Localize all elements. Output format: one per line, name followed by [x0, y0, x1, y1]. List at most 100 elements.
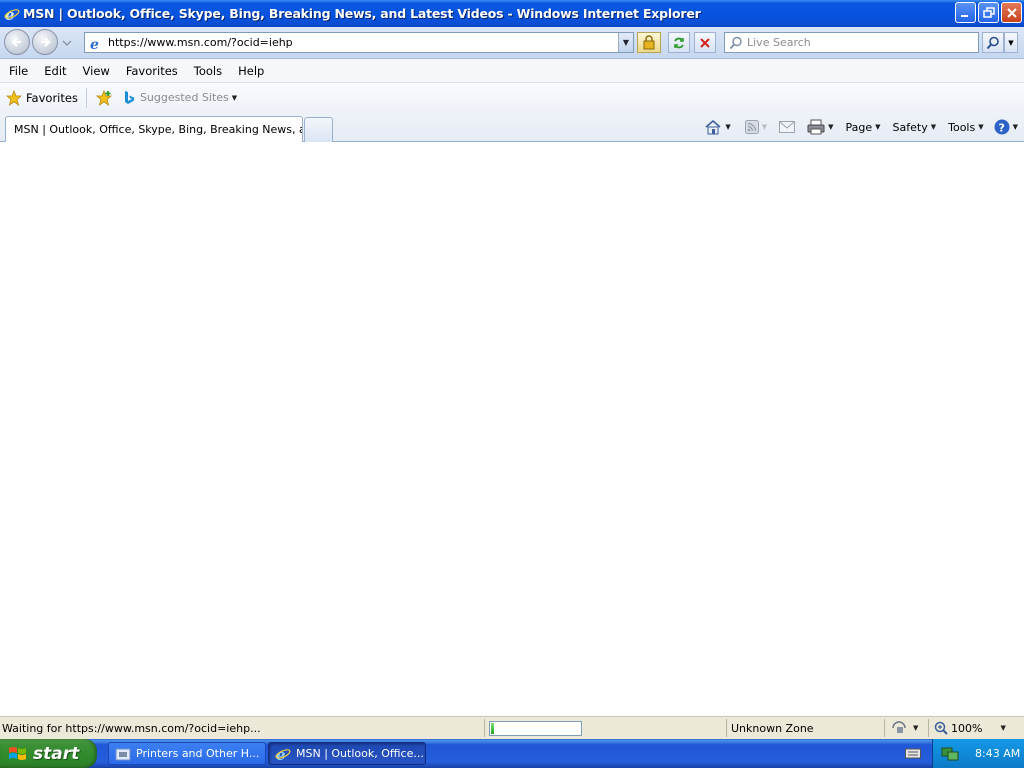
bing-icon	[124, 90, 134, 104]
back-arrow-icon	[11, 37, 21, 47]
close-button[interactable]	[1001, 2, 1022, 23]
status-bar: Waiting for https://www.msn.com/?ocid=ie…	[0, 716, 1024, 739]
home-icon	[705, 119, 721, 135]
chevron-down-icon: ▼	[978, 123, 984, 131]
safety-menu-button[interactable]: Safety ▼	[893, 121, 937, 134]
restore-icon	[982, 6, 995, 18]
read-mail-button[interactable]	[779, 121, 796, 133]
rss-feed-icon	[744, 120, 759, 134]
search-box[interactable]: Live Search	[724, 32, 979, 53]
chevron-down-icon: ▼	[930, 123, 937, 131]
refresh-icon	[674, 37, 684, 48]
stop-button[interactable]	[694, 32, 716, 53]
help-button[interactable]: ? ▼	[994, 119, 1018, 135]
restore-button[interactable]	[978, 2, 999, 23]
help-icon: ?	[994, 119, 1010, 135]
chevron-down-icon: ▼	[1012, 123, 1018, 131]
security-lock-button[interactable]	[637, 32, 661, 53]
ie-icon: e	[275, 746, 291, 762]
start-button[interactable]: start	[0, 739, 97, 768]
minimize-icon	[961, 15, 968, 17]
svg-text:?: ?	[998, 122, 1004, 135]
chevron-down-icon: ▼	[875, 123, 881, 131]
page-content[interactable]	[0, 142, 1024, 716]
zoom-button[interactable]: 100% ▼	[934, 721, 1006, 735]
tab-msn[interactable]: MSN | Outlook, Office, Skype, Bing, Brea…	[5, 116, 303, 142]
system-tray: 8:43 AM	[932, 739, 1024, 768]
page-ie-icon: e	[90, 37, 99, 51]
favorites-label: Favorites	[26, 90, 78, 105]
forward-arrow-icon	[41, 37, 51, 47]
page-menu-button[interactable]: Page ▼	[846, 121, 881, 134]
menu-tools[interactable]: Tools	[194, 64, 222, 78]
menu-bar: File Edit View Favorites Tools Help	[0, 59, 1024, 83]
address-bar[interactable]: e https://www.msn.com/?ocid=iehp ▼	[84, 32, 634, 53]
keyboard-icon[interactable]	[905, 746, 921, 760]
page-menu-label: Page	[845, 120, 873, 134]
taskbar-item-label: MSN | Outlook, Office...	[296, 747, 424, 760]
minimize-button[interactable]	[955, 2, 976, 23]
mail-icon	[779, 121, 796, 133]
security-zone: Unknown Zone	[731, 722, 814, 735]
forward-button[interactable]	[32, 29, 58, 55]
chevron-down-icon: ▼	[231, 93, 238, 102]
address-dropdown-button[interactable]: ▼	[618, 33, 633, 52]
loading-progress-bar	[489, 721, 582, 736]
print-button[interactable]: ▼	[807, 119, 834, 135]
add-to-favorites-bar-icon[interactable]	[95, 89, 113, 107]
home-button[interactable]: ▼	[704, 119, 731, 135]
chevron-down-icon: ▼	[828, 123, 834, 131]
menu-view[interactable]: View	[83, 64, 110, 78]
windows-logo-icon	[9, 746, 26, 760]
printer-icon	[807, 119, 825, 135]
command-bar: ▼ ▼ ▼ Page ▼ Safety ▼ Tools ▼ ? ▼	[694, 116, 1018, 138]
taskbar-item-printers[interactable]: Printers and Other H...	[108, 742, 266, 765]
menu-help[interactable]: Help	[238, 64, 264, 78]
chevron-down-icon: ▼	[761, 123, 768, 131]
suggested-sites-button[interactable]: Suggested Sites ▼	[123, 90, 237, 106]
separator	[484, 719, 485, 737]
zoom-level: 100%	[951, 721, 983, 735]
protected-mode-button[interactable]: ▼	[891, 721, 918, 735]
title-bar[interactable]: e MSN | Outlook, Office, Skype, Bing, Br…	[0, 0, 1024, 27]
search-options-button[interactable]: ▼	[1004, 32, 1018, 53]
chevron-down-icon: ▼	[1008, 38, 1014, 47]
search-placeholder: Live Search	[747, 36, 811, 49]
new-tab-button[interactable]	[304, 117, 333, 142]
tab-label: MSN | Outlook, Office, Skype, Bing, Brea…	[14, 123, 303, 136]
menu-favorites[interactable]: Favorites	[126, 64, 178, 78]
navigation-bar: e https://www.msn.com/?ocid=iehp ▼ Live …	[0, 27, 1024, 59]
chevron-down-icon: ▼	[725, 123, 731, 131]
refresh-button[interactable]	[668, 32, 690, 53]
chevron-down-icon: ▼	[913, 724, 919, 732]
separator	[928, 719, 929, 737]
favorites-button[interactable]: Favorites	[6, 89, 78, 106]
safety-menu-label: Safety	[892, 120, 928, 134]
tools-menu-label: Tools	[948, 120, 976, 134]
address-url[interactable]: https://www.msn.com/?ocid=iehp	[108, 36, 293, 49]
ie-icon: e	[4, 6, 20, 22]
taskbar-item-label: Printers and Other H...	[136, 747, 260, 760]
favorites-bar: Favorites Suggested Sites ▼	[0, 83, 1024, 112]
feeds-button[interactable]: ▼	[744, 120, 768, 134]
chevron-down-icon: ▼	[1000, 724, 1006, 732]
taskbar: start Printers and Other H... e MSN | Ou…	[0, 739, 1024, 768]
back-button[interactable]	[4, 29, 30, 55]
progress-fill	[490, 722, 496, 735]
menu-file[interactable]: File	[9, 64, 28, 78]
zoom-icon	[934, 721, 948, 735]
svg-text:e: e	[90, 37, 99, 51]
stop-icon	[700, 37, 710, 48]
lock-icon	[643, 35, 655, 50]
menu-edit[interactable]: Edit	[44, 64, 66, 78]
search-provider-icon	[729, 36, 742, 49]
search-button[interactable]	[982, 32, 1004, 53]
tools-menu-button[interactable]: Tools ▼	[948, 121, 984, 134]
history-dropdown-icon[interactable]	[62, 39, 72, 47]
network-icon[interactable]	[941, 746, 959, 762]
separator	[726, 719, 727, 737]
tab-row: MSN | Outlook, Office, Skype, Bing, Brea…	[0, 112, 1024, 142]
taskbar-item-msn[interactable]: e MSN | Outlook, Office...	[268, 742, 426, 765]
clock[interactable]: 8:43 AM	[975, 747, 1020, 760]
suggested-sites-label: Suggested Sites	[139, 91, 229, 104]
